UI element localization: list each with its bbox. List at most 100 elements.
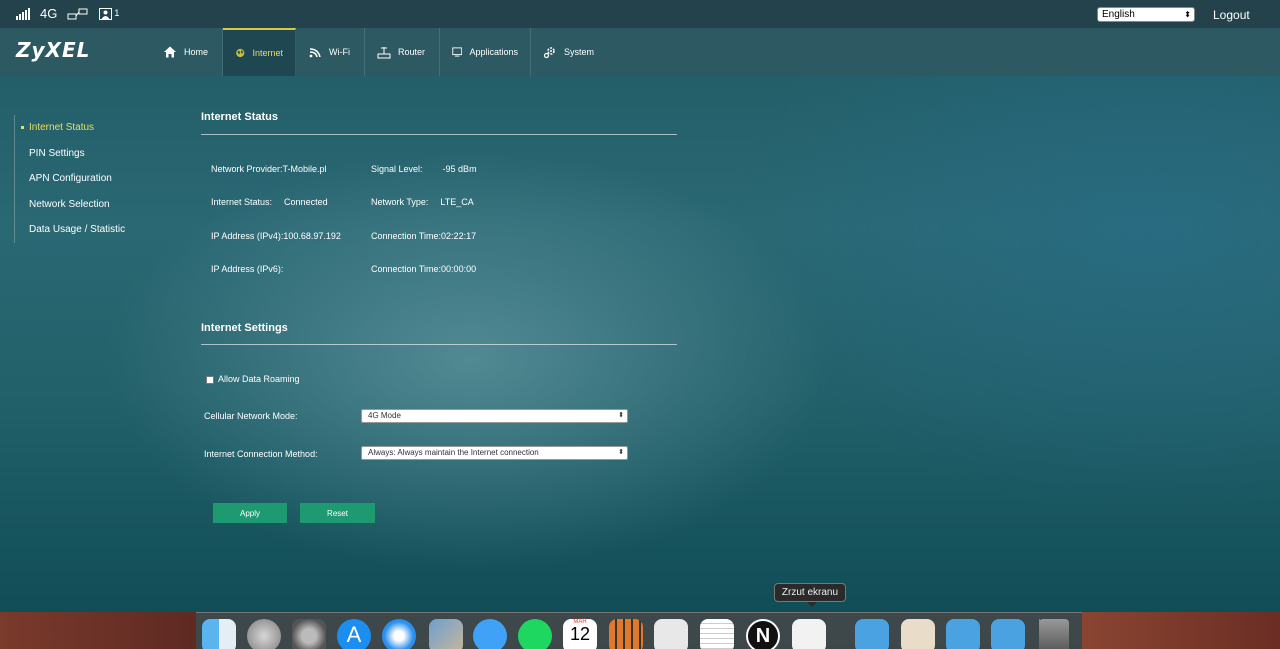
trash-icon[interactable] bbox=[1039, 619, 1069, 649]
connection-time-field-2: Connection Time:00:00:00 bbox=[371, 264, 476, 274]
home-icon bbox=[164, 46, 176, 58]
cellular-mode-label: Cellular Network Mode: bbox=[204, 411, 298, 421]
reset-button[interactable]: Reset bbox=[300, 503, 375, 523]
ipv6-field: IP Address (IPv6): bbox=[211, 264, 283, 274]
status-icons: 4G 1 bbox=[16, 6, 119, 21]
network-type-label: 4G bbox=[40, 6, 58, 21]
sidebar-item-network-selection[interactable]: Network Selection bbox=[15, 192, 164, 218]
section-divider bbox=[201, 134, 677, 135]
connection-time-label-2: Connection Time: bbox=[371, 264, 442, 274]
ipv4-field: IP Address (IPv4):100.68.97.192 bbox=[211, 231, 341, 241]
signal-strength-icon bbox=[16, 7, 30, 20]
connection-time-label-1: Connection Time: bbox=[371, 231, 442, 241]
calculator-icon[interactable] bbox=[609, 619, 643, 649]
connection-method-label: Internet Connection Method: bbox=[204, 449, 318, 459]
nav-wifi-label: Wi-Fi bbox=[329, 47, 350, 57]
network-type-value: LTE_CA bbox=[440, 197, 474, 207]
select-arrows-icon: ⬍ bbox=[618, 412, 624, 419]
system-preferences-icon[interactable] bbox=[292, 619, 326, 649]
home-folder-icon[interactable] bbox=[901, 619, 935, 649]
nav-system-label: System bbox=[563, 47, 594, 57]
spotify-icon[interactable] bbox=[518, 619, 552, 649]
sidebar-item-apn-configuration[interactable]: APN Configuration bbox=[15, 166, 164, 192]
app-store-icon[interactable]: A bbox=[337, 619, 371, 649]
network-provider-label: Network Provider: bbox=[211, 164, 283, 174]
safari-icon[interactable] bbox=[382, 619, 416, 649]
nav-internet[interactable]: Internet bbox=[223, 28, 296, 76]
dock-tooltip: Zrzut ekranu bbox=[774, 583, 846, 607]
user-icon bbox=[99, 7, 113, 20]
launchpad-icon[interactable] bbox=[247, 619, 281, 649]
router-icon bbox=[377, 47, 391, 59]
logout-link[interactable]: Logout bbox=[1213, 8, 1250, 22]
internet-status-value: Connected bbox=[284, 197, 328, 207]
apply-button[interactable]: Apply bbox=[213, 503, 287, 523]
connection-time-value-1: 02:22:17 bbox=[441, 231, 477, 241]
nav-system[interactable]: System bbox=[531, 28, 606, 76]
language-select[interactable]: English ⬍ bbox=[1097, 7, 1195, 22]
internet-status-field: Internet Status: Connected bbox=[211, 197, 328, 207]
status-bar: 4G 1 English ⬍ Logout bbox=[0, 0, 1280, 28]
notion-icon[interactable]: N bbox=[746, 619, 780, 649]
applications-folder-icon[interactable] bbox=[855, 619, 889, 649]
cellular-mode-value: 4G Mode bbox=[368, 411, 401, 420]
textedit-icon[interactable] bbox=[700, 619, 734, 649]
cellular-mode-select[interactable]: 4G Mode ⬍ bbox=[361, 409, 628, 423]
screenshot-icon[interactable] bbox=[792, 619, 826, 649]
connection-time-value-2: 00:00:00 bbox=[441, 264, 477, 274]
sidebar-item-pin-settings[interactable]: PIN Settings bbox=[15, 141, 164, 167]
main-nav: ZyXEL Home Internet Wi-Fi Router Applica… bbox=[0, 28, 1280, 76]
network-provider-field: Network Provider:T-Mobile.pl bbox=[211, 164, 327, 174]
nav-router[interactable]: Router bbox=[365, 28, 440, 76]
calendar-day: 12 bbox=[569, 624, 591, 644]
sidebar-item-internet-status[interactable]: Internet Status bbox=[15, 115, 164, 141]
internet-settings-title: Internet Settings bbox=[201, 322, 288, 334]
mail-icon[interactable] bbox=[429, 619, 463, 649]
gear-icon bbox=[543, 47, 555, 59]
zyxel-logo: ZyXEL bbox=[16, 38, 91, 62]
ipv6-label: IP Address (IPv6): bbox=[211, 264, 284, 274]
calendar-icon[interactable]: MAR 12 bbox=[563, 619, 597, 649]
ipv4-value: 100.68.97.192 bbox=[283, 231, 341, 241]
nav-wifi[interactable]: Wi-Fi bbox=[296, 28, 365, 76]
allow-roaming-checkbox[interactable] bbox=[206, 376, 214, 384]
nav-applications[interactable]: Applications bbox=[440, 28, 531, 76]
connected-devices: 1 bbox=[99, 7, 120, 20]
connection-method-value: Always: Always maintain the Internet con… bbox=[368, 448, 539, 457]
nav-applications-label: Applications bbox=[469, 47, 518, 57]
desktop-wallpaper bbox=[0, 612, 196, 649]
select-arrows-icon: ⬍ bbox=[618, 449, 624, 456]
select-arrows-icon: ⬍ bbox=[1184, 10, 1191, 19]
sidebar: Internet Status PIN Settings APN Configu… bbox=[14, 115, 164, 243]
network-connection-icon bbox=[67, 8, 88, 19]
messages-icon[interactable] bbox=[473, 619, 507, 649]
sidebar-item-data-usage[interactable]: Data Usage / Statistic bbox=[15, 217, 164, 243]
allow-roaming-label: Allow Data Roaming bbox=[218, 374, 300, 384]
downloads-folder-icon[interactable] bbox=[991, 619, 1025, 649]
connection-time-field-1: Connection Time:02:22:17 bbox=[371, 231, 476, 241]
signal-level-value: -95 dBm bbox=[442, 164, 477, 174]
ipv4-label: IP Address (IPv4): bbox=[211, 231, 284, 241]
signal-level-field: Signal Level: -95 dBm bbox=[371, 164, 477, 174]
nav-home[interactable]: Home bbox=[151, 28, 223, 76]
finder-icon[interactable] bbox=[202, 619, 236, 649]
signal-level-label: Signal Level: bbox=[371, 164, 423, 174]
nav-home-label: Home bbox=[184, 47, 209, 57]
documents-folder-icon[interactable] bbox=[946, 619, 980, 649]
monitor-icon bbox=[452, 47, 463, 57]
preview-icon[interactable] bbox=[654, 619, 688, 649]
nav-internet-label: Internet bbox=[252, 48, 283, 58]
device-count: 1 bbox=[114, 7, 120, 18]
network-type-field: Network Type: LTE_CA bbox=[371, 197, 474, 207]
desktop-wallpaper bbox=[1082, 612, 1280, 649]
language-select-value: English bbox=[1102, 9, 1135, 20]
network-provider-value: T-Mobile.pl bbox=[282, 164, 327, 174]
internet-status-title: Internet Status bbox=[201, 111, 279, 123]
network-type-label: Network Type: bbox=[371, 197, 429, 207]
connection-method-select[interactable]: Always: Always maintain the Internet con… bbox=[361, 446, 628, 460]
internet-status-label: Internet Status: bbox=[211, 197, 273, 207]
section-divider bbox=[201, 344, 677, 345]
wifi-icon bbox=[309, 48, 321, 58]
nav-router-label: Router bbox=[398, 47, 426, 57]
globe-icon bbox=[236, 48, 245, 58]
